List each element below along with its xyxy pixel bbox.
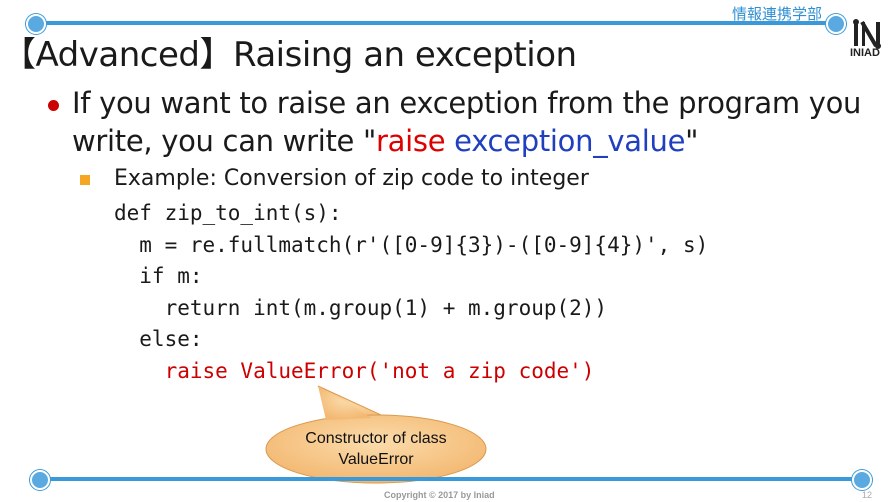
footer-rule-left-dot — [30, 470, 50, 490]
callout-bubble — [265, 385, 487, 484]
footer-rule-right-dot — [852, 470, 872, 490]
footer-rule — [40, 477, 860, 481]
page-number: 12 — [862, 490, 873, 500]
copyright: Copyright © 2017 by Iniad — [384, 490, 495, 500]
callout-text: Constructor of class ValueError — [305, 430, 447, 468]
